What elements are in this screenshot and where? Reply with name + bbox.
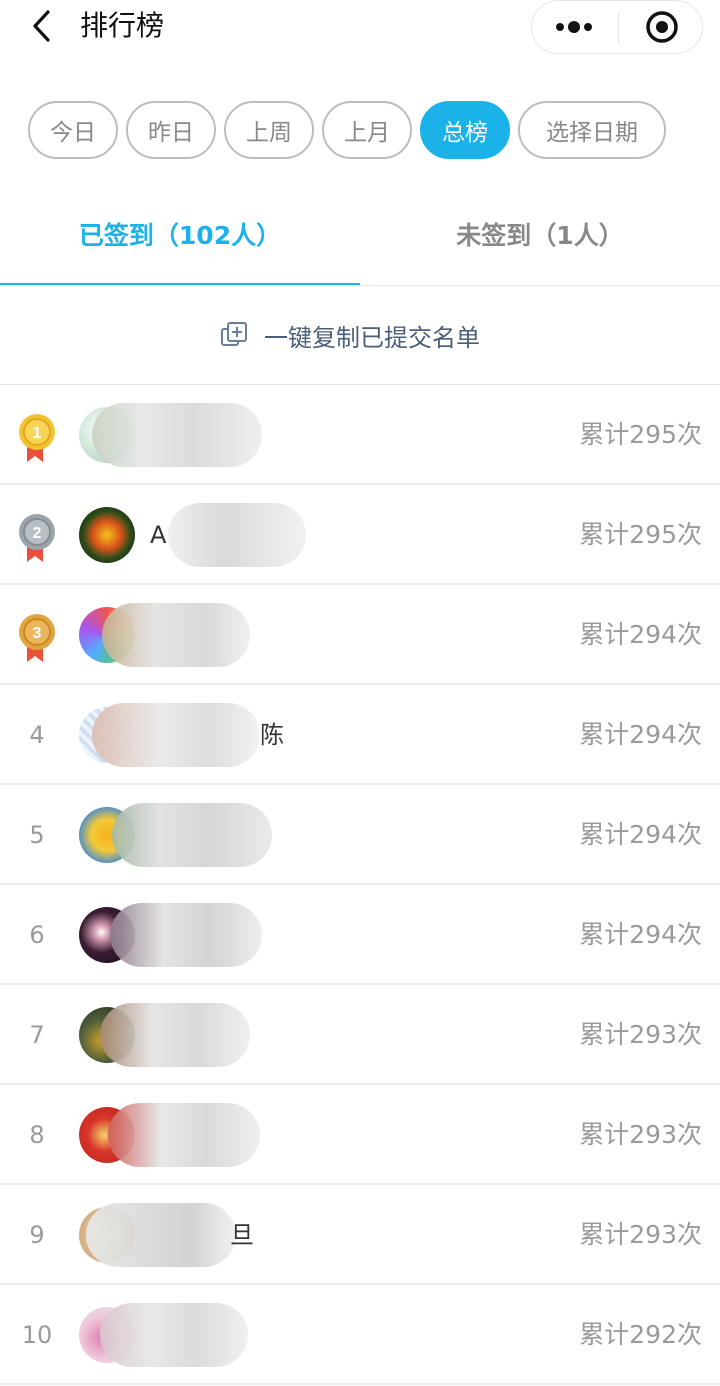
checkin-count: 累计295次 <box>579 420 702 449</box>
filter-all-time[interactable]: 总榜 <box>420 101 510 159</box>
silver-medal-icon: 2 <box>19 514 55 562</box>
page-title: 排行榜 <box>80 9 165 42</box>
blurred-name <box>168 503 306 567</box>
checkin-count: 累计294次 <box>579 920 702 949</box>
checkin-count: 累计294次 <box>579 820 702 849</box>
blurred-name <box>100 1303 248 1367</box>
ranking-list: 1 累计295次 2 A 累计295次 3 累计294次 4 陈 累计294次 … <box>0 385 720 1385</box>
filter-last-month[interactable]: 上月 <box>322 101 412 159</box>
checkin-count: 累计293次 <box>579 1220 702 1249</box>
checkin-count: 累计293次 <box>579 1020 702 1049</box>
list-item[interactable]: 2 A 累计295次 <box>0 485 720 585</box>
user-name: 陈 <box>260 721 284 749</box>
list-item[interactable]: 3 累计294次 <box>0 585 720 685</box>
more-button[interactable] <box>532 1 618 53</box>
tab-not-signed-in[interactable]: 未签到（1人） <box>360 210 720 262</box>
checkin-count: 累计294次 <box>579 620 702 649</box>
rank-number: 9 <box>29 1221 45 1249</box>
mini-program-capsule <box>531 0 703 54</box>
checkin-count: 累计292次 <box>579 1320 702 1349</box>
rank-number: 10 <box>21 1321 53 1349</box>
blurred-name <box>92 703 260 767</box>
list-item[interactable]: 10 累计292次 <box>0 1285 720 1385</box>
blurred-name <box>110 903 262 967</box>
list-item[interactable]: 9 旦 累计293次 <box>0 1185 720 1285</box>
more-dots-icon <box>556 21 592 33</box>
checkin-count: 累计295次 <box>579 520 702 549</box>
nav-bar: 排行榜 <box>0 0 720 56</box>
copy-list-button[interactable]: 一键复制已提交名单 <box>0 286 720 384</box>
user-name: A <box>150 521 167 549</box>
rank-number: 5 <box>29 821 45 849</box>
rank-cell: 2 <box>0 485 74 585</box>
tab-signed-in[interactable]: 已签到（102人） <box>0 210 360 262</box>
list-item[interactable]: 8 累计293次 <box>0 1085 720 1185</box>
list-item[interactable]: 6 累计294次 <box>0 885 720 985</box>
list-item[interactable]: 1 累计295次 <box>0 385 720 485</box>
list-item[interactable]: 7 累计293次 <box>0 985 720 1085</box>
gold-medal-icon: 1 <box>19 414 55 462</box>
svg-text:1: 1 <box>33 425 42 442</box>
user-name: 旦 <box>230 1221 254 1249</box>
blurred-name <box>108 1103 260 1167</box>
filter-last-week[interactable]: 上周 <box>224 101 314 159</box>
filter-select-date[interactable]: 选择日期 <box>518 101 666 159</box>
rank-number: 8 <box>29 1121 45 1149</box>
rank-cell: 3 <box>0 585 74 685</box>
rank-number: 7 <box>29 1021 45 1049</box>
list-item[interactable]: 4 陈 累计294次 <box>0 685 720 785</box>
rank-number: 4 <box>29 721 45 749</box>
target-circle-icon <box>646 11 678 43</box>
blurred-name <box>102 603 250 667</box>
checkin-count: 累计294次 <box>579 720 702 749</box>
back-button[interactable] <box>24 6 64 46</box>
blurred-name <box>100 1003 250 1067</box>
checkin-count: 累计293次 <box>579 1120 702 1149</box>
chevron-left-icon <box>33 10 50 42</box>
list-item[interactable]: 5 累计294次 <box>0 785 720 885</box>
svg-text:2: 2 <box>33 525 42 542</box>
filter-today[interactable]: 今日 <box>28 101 118 159</box>
avatar <box>79 507 135 563</box>
svg-text:3: 3 <box>33 625 42 642</box>
bronze-medal-icon: 3 <box>19 614 55 662</box>
blurred-name <box>112 803 272 867</box>
close-button[interactable] <box>618 1 704 53</box>
filter-yesterday[interactable]: 昨日 <box>126 101 216 159</box>
copy-add-icon <box>221 322 247 346</box>
rank-cell: 1 <box>0 385 74 485</box>
copy-list-label: 一键复制已提交名单 <box>264 323 480 352</box>
blurred-name <box>92 403 262 467</box>
blurred-name <box>86 1203 236 1267</box>
rank-number: 6 <box>29 921 45 949</box>
